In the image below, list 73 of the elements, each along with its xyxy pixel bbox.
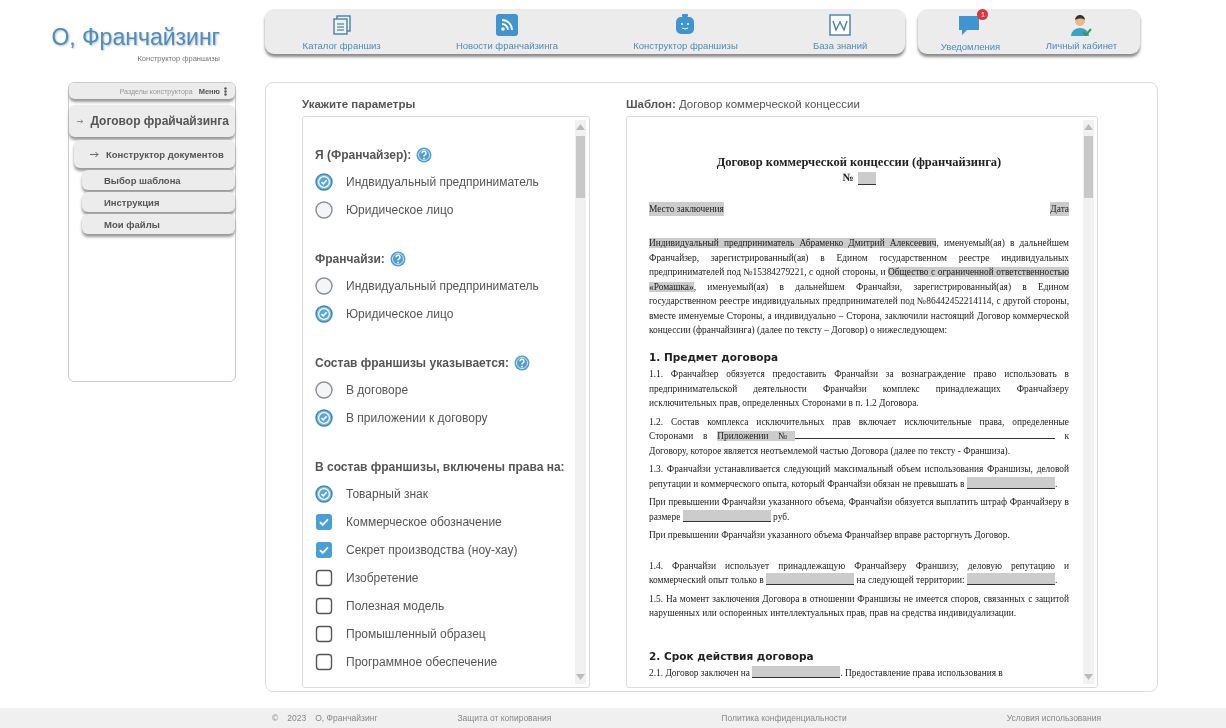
wiki-icon: [829, 14, 852, 36]
more-icon: [224, 86, 227, 96]
option-label[interactable]: Товарный знак: [346, 487, 428, 501]
document-paragraph: 1.3. Франчайзи устанавливается следующий максимальный объем использования Франшизы, деловой репутации и коммерческого опыта, который Франчайзи обязан не превышать в .: [649, 463, 1069, 491]
checkbox-icon[interactable]: [315, 625, 333, 643]
document-heading: 2. Срок действия договора: [649, 648, 815, 663]
sidebar-item[interactable]: Договор фрайчайзинга: [69, 105, 235, 137]
checkbox-icon[interactable]: [315, 653, 333, 671]
documents-icon: [330, 14, 353, 36]
scrollbar-thumb[interactable]: [1084, 136, 1093, 198]
option-label[interactable]: Индвидуальный предприниматель: [346, 175, 539, 189]
help-icon[interactable]: [513, 355, 530, 371]
scroll-down-icon[interactable]: [576, 674, 585, 681]
checkbox-checked-icon[interactable]: [315, 541, 333, 559]
option-label[interactable]: Промышленный образец: [346, 627, 486, 641]
group-title: Я (Франчайзер):: [315, 148, 412, 162]
option-label[interactable]: В приложении к договору: [346, 411, 488, 425]
radio-checked-icon[interactable]: [315, 485, 333, 503]
radio-icon[interactable]: [315, 277, 333, 295]
document-paragraph: 2.1. Договор заключен на . Предоставление права использования в: [649, 666, 1004, 680]
option-label[interactable]: Юридическое лицо: [346, 307, 454, 321]
scrollbar-thumb[interactable]: [576, 136, 585, 198]
scroll-down-icon[interactable]: [1084, 674, 1093, 681]
radio-checked-icon[interactable]: [315, 305, 333, 323]
sidebar-item[interactable]: Мои файлы: [82, 214, 235, 234]
sidebar-item[interactable]: Инструкция: [82, 192, 235, 212]
option-label[interactable]: Коммерческое обозначение: [346, 515, 502, 529]
checkbox-icon[interactable]: [315, 569, 333, 587]
option-label[interactable]: Юридическое лицо: [346, 203, 454, 217]
robot-icon: [675, 14, 696, 36]
scrollbar[interactable]: [1083, 120, 1094, 684]
radio-checked-icon[interactable]: [315, 409, 333, 427]
option-label[interactable]: Программное обеспечение: [346, 655, 498, 669]
sidebar-item[interactable]: Конструктор документов: [74, 140, 235, 168]
radio-checked-icon[interactable]: [315, 173, 333, 191]
help-icon[interactable]: [416, 147, 433, 163]
copyright-year: 2023: [287, 713, 307, 723]
document-paragraph: Индивидуальный предприниматель Абраменко Дмитрий Алексеевич, именуемый(ая) в дальнейшем Франчайзер, зарегистрированный(ая) в Едином государственном реестре индивидуальных предпринимателей под №15384279221, с одной стороны, и Общество с ограниченной ответственностью «Ромашка», именуемый(ая) в дальнейшем Франчайзи, зарегистрированный(ая) в Едином государственном реестре индивидуальных предпринимателей под №86442452214114, с другой стороны, вместе именуемые Стороны, а индивидуально – Сторона, заключили настоящий Договор коммерческой концессии (франчайзинга) (далее по тексту – Договор) о нижеследующем:: [649, 237, 1069, 337]
checkbox-checked-icon[interactable]: [315, 513, 333, 531]
date-label: Дата: [1050, 201, 1069, 216]
group-title: В состав франшизы, включены права на:: [315, 460, 565, 474]
document-paragraph: 1.5. На момент заключения Договора в отношении Франшизы не имеется споров, связанных с защитой нарушенных или оспоренных интеллектуальных прав, прав на средства индивидуализации.: [649, 592, 1069, 620]
document-paragraph: При превышении Франчайзи указанного объема Франчайзер вправе расторгнуть Договор.: [649, 529, 1011, 542]
document-paragraph: 1.1. Франчайзер обязуется предоставить Франчайзи за вознаграждение право использовать в предпринимательской деятельности Франчайзи комплекс принадлежащих Франчайзеру исключительных прав, определенных Сторонами в п. 1.2 Договора.: [649, 368, 1069, 410]
scroll-up-icon[interactable]: [1084, 123, 1093, 130]
rss-icon: [495, 14, 518, 36]
document-paragraph: 1.2. Состав комплекса исключительных прав включает исключительные права, определенные Сторонами в Приложении № к Договору, которое является неотъемлемой частью Договора (далее по тексту - Франшиза).: [649, 415, 1069, 458]
place-label: Место заключения: [649, 201, 724, 216]
radio-icon[interactable]: [315, 201, 333, 219]
scrollbar[interactable]: [575, 120, 586, 684]
logo-title[interactable]: О, Франчайзинг: [51, 24, 220, 51]
option-label[interactable]: Изобретение: [346, 571, 419, 585]
document-title: Договор коммерческой концессии (франчайзинга): [715, 155, 1003, 170]
section-title: Укажите параметры: [302, 97, 417, 112]
sidebar-item[interactable]: Выбор шаблона: [82, 170, 235, 190]
help-icon[interactable]: [389, 251, 406, 267]
document-heading: 1. Предмет договора: [649, 349, 780, 364]
number-label: №: [842, 170, 854, 185]
template-title: Шаблон: Договор коммерческой концессии: [626, 97, 861, 112]
option-label[interactable]: Полезная модель: [346, 599, 445, 613]
group-title: Франчайзи:: [315, 252, 385, 266]
footer-brand: О, Франчайзинг: [315, 713, 378, 723]
document-paragraph: 1.4. Франчайзи использует принадлежащую Франчайзеру Франшизу, деловую репутацию и коммерческий опыт только в на следующей территории: .: [649, 559, 1069, 587]
checkbox-icon[interactable]: [315, 597, 333, 615]
copyright-sign: ©: [272, 713, 279, 723]
group-title: Состав франшизы указывается:: [315, 356, 509, 370]
option-label[interactable]: Индвидуальный предприниматель: [346, 279, 539, 293]
document-paragraph: При превышении Франчайзи указанного объема, Франчайзи обязуется выплатить штраф Франчайзеру в размере руб.: [649, 496, 1069, 524]
user-icon: [1070, 14, 1093, 36]
radio-icon[interactable]: [315, 381, 333, 399]
scroll-up-icon[interactable]: [576, 123, 585, 130]
option-label[interactable]: В договоре: [346, 383, 409, 397]
option-label[interactable]: Секрет производства (ноу-хау): [346, 543, 518, 557]
